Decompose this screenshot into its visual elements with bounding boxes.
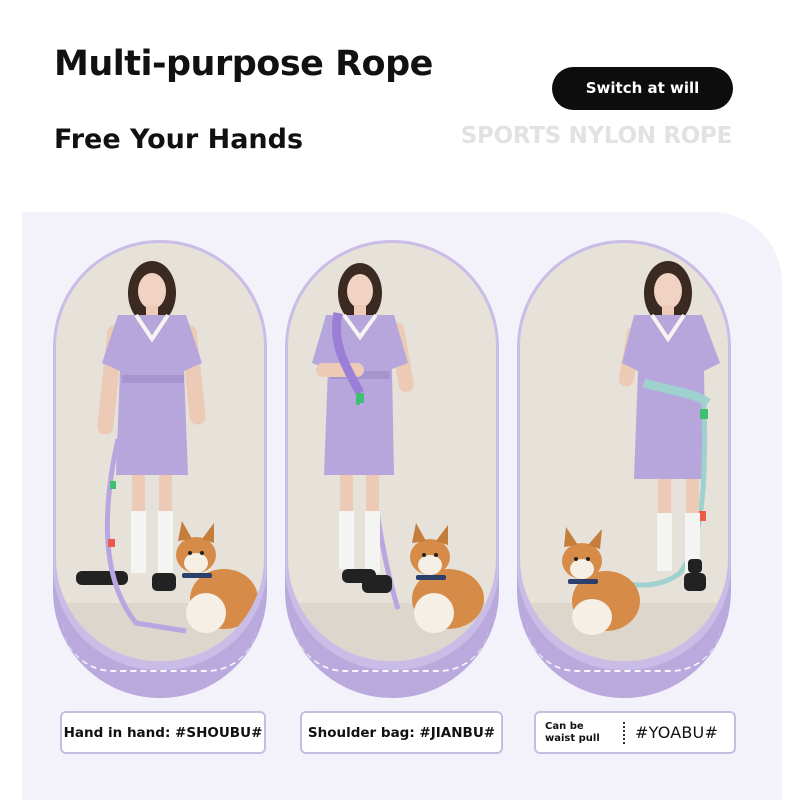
- page-title: Multi-purpose Rope: [54, 44, 433, 84]
- label-waist-pull: Can be waist pull #YOABU#: [534, 711, 736, 754]
- watermark-text: SPORTS NYLON ROPE: [460, 123, 733, 149]
- usage-card-hand: [53, 240, 267, 698]
- label-waist-pull-text: Can be waist pull: [545, 720, 600, 744]
- label-shoulder-bag-text: Shoulder bag: #JIANBU#: [307, 724, 496, 741]
- label-shoulder-bag: Shoulder bag: #JIANBU#: [300, 711, 503, 754]
- page-subtitle: Free Your Hands: [54, 124, 304, 155]
- switch-at-will-button[interactable]: Switch at will: [552, 67, 733, 110]
- label-waist-pull-tag: #YOABU#: [635, 723, 719, 742]
- label-hand-in-hand-text: Hand in hand: #SHOUBU#: [63, 724, 263, 741]
- usage-card-waist: [517, 240, 731, 698]
- card-dashed-line: [63, 622, 257, 672]
- usage-card-shoulder: [285, 240, 499, 698]
- label-separator: [623, 721, 625, 744]
- photo-hand-in-hand: [56, 243, 264, 661]
- photo-waist-pull: [520, 243, 728, 661]
- card-dashed-line: [527, 622, 721, 672]
- label-hand-in-hand: Hand in hand: #SHOUBU#: [60, 711, 266, 754]
- card-dashed-line: [295, 622, 489, 672]
- photo-shoulder-bag: [288, 243, 496, 661]
